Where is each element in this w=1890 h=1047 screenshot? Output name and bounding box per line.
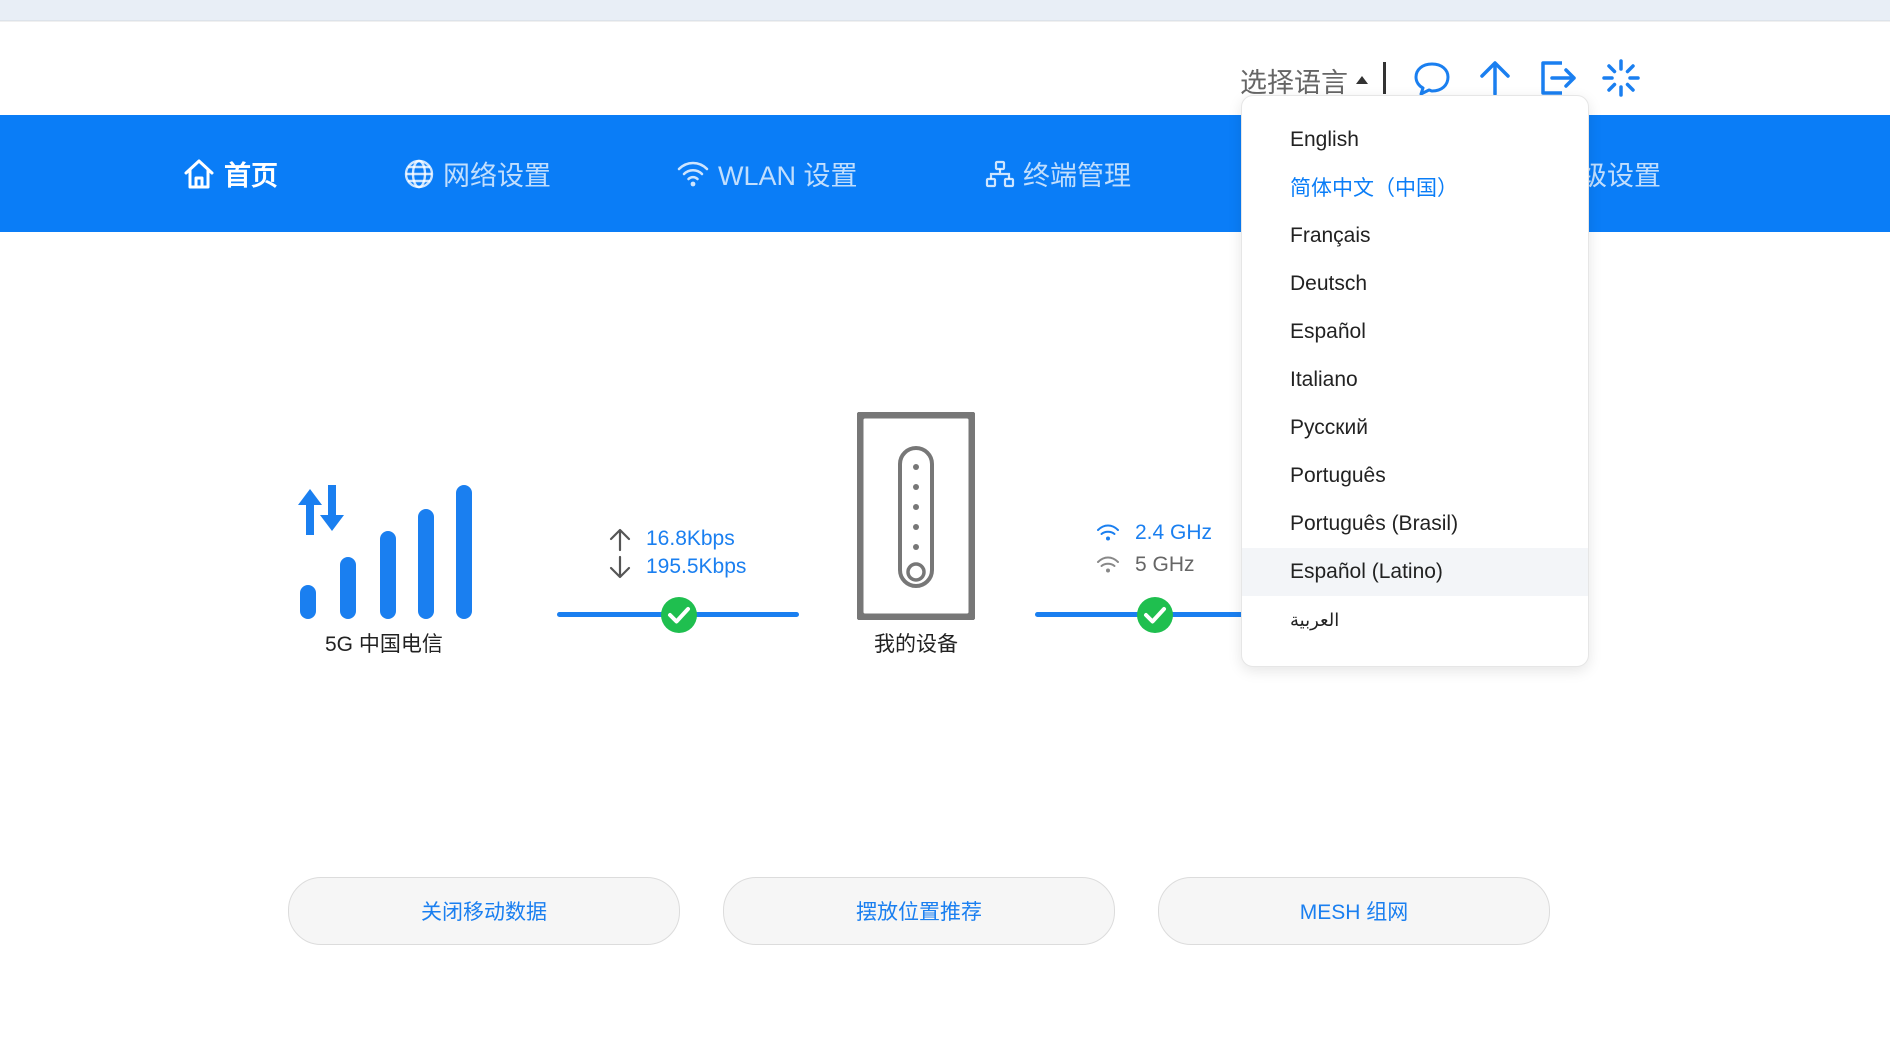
- globe-icon: [404, 159, 434, 188]
- language-option[interactable]: Русский: [1242, 404, 1588, 452]
- wifi-icon: [677, 161, 709, 186]
- wifi-24-label: 2.4 GHz: [1135, 521, 1213, 544]
- loading-spinner-icon[interactable]: [1601, 58, 1641, 98]
- nav-item-wlan-settings[interactable]: WLAN 设置: [676, 115, 858, 232]
- mesh-network-button[interactable]: MESH 组网: [1158, 877, 1550, 945]
- upload-arrow-icon: [609, 528, 631, 552]
- upgrade-arrow-icon[interactable]: [1475, 58, 1515, 98]
- language-selector[interactable]: 选择语言: [1240, 60, 1368, 100]
- language-option[interactable]: Português: [1242, 452, 1588, 500]
- signal-strength-icon: [298, 485, 472, 619]
- language-option[interactable]: Italiano: [1242, 356, 1588, 404]
- browser-top-strip: [0, 0, 1890, 21]
- nav-item-label: WLAN 设置: [718, 161, 858, 191]
- language-option[interactable]: Français: [1242, 212, 1588, 260]
- nav-item-advanced-settings[interactable]: 级设置: [1580, 115, 1661, 232]
- check-circle-icon: [661, 597, 697, 633]
- header-divider: [1383, 62, 1386, 94]
- main-nav: 首页 网络设置 WLAN 设置 终端管理 级设置: [0, 115, 1890, 232]
- language-option[interactable]: العربية: [1242, 596, 1588, 644]
- disable-mobile-data-button[interactable]: 关闭移动数据: [288, 877, 680, 945]
- wifi-24-icon: [1097, 524, 1119, 541]
- language-option-selected[interactable]: 简体中文（中国）: [1242, 163, 1588, 211]
- nav-item-home[interactable]: 首页: [182, 115, 278, 232]
- nav-item-label: 网络设置: [443, 161, 551, 191]
- language-option[interactable]: Deutsch: [1242, 260, 1588, 308]
- wifi-5-icon: [1097, 556, 1119, 573]
- nav-item-device-management[interactable]: 终端管理: [985, 115, 1131, 232]
- logout-icon[interactable]: [1538, 58, 1578, 98]
- language-option[interactable]: Português (Brasil): [1242, 500, 1588, 548]
- download-speed: 195.5Kbps: [646, 555, 747, 578]
- language-option[interactable]: Español: [1242, 308, 1588, 356]
- nav-item-label: 级设置: [1580, 161, 1661, 191]
- language-dropdown: English 简体中文（中国） Français Deutsch Españo…: [1241, 95, 1589, 667]
- download-arrow-icon: [609, 555, 631, 579]
- placement-recommendation-button[interactable]: 摆放位置推荐: [723, 877, 1115, 945]
- language-option-hovered[interactable]: Español (Latino): [1242, 548, 1588, 596]
- message-icon[interactable]: [1412, 58, 1452, 98]
- upload-speed: 16.8Kbps: [646, 527, 735, 550]
- caret-up-icon: [1356, 76, 1368, 84]
- check-circle-icon: [1137, 597, 1173, 633]
- router-device-icon: [857, 412, 975, 620]
- home-icon: [184, 159, 214, 188]
- language-selector-label: 选择语言: [1240, 67, 1348, 98]
- wifi-5-label: 5 GHz: [1135, 553, 1195, 576]
- network-tree-icon: [985, 160, 1015, 187]
- network-operator-label: 5G 中国电信: [325, 633, 443, 656]
- nav-item-label: 首页: [224, 161, 278, 191]
- my-device-label: 我的设备: [874, 633, 958, 656]
- nav-item-label: 终端管理: [1023, 161, 1131, 191]
- nav-item-network-settings[interactable]: 网络设置: [403, 115, 551, 232]
- language-option[interactable]: English: [1242, 116, 1588, 164]
